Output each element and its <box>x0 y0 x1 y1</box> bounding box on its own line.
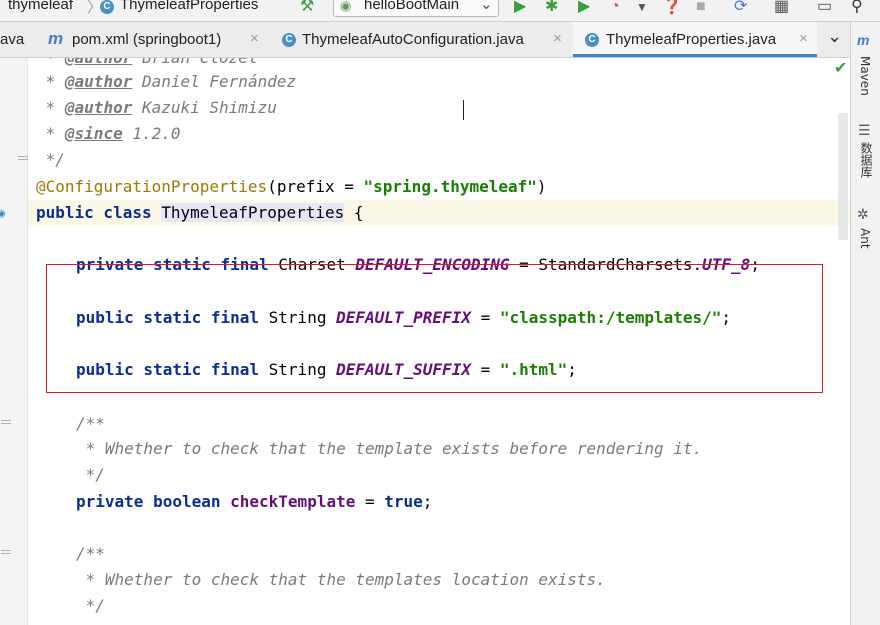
tab-overflow-chevron-icon[interactable]: ⌄ <box>827 26 842 47</box>
code-line: private boolean checkTemplate = true; <box>76 492 433 511</box>
highlight-box <box>46 264 823 393</box>
code-line: * Whether to check that the template exi… <box>76 439 703 458</box>
code-line: public class ThymeleafProperties { <box>36 203 364 222</box>
run-configuration-select[interactable]: ◉ helloBootMain ⌄ <box>333 0 499 17</box>
database-tool-button[interactable]: 数据库 <box>858 142 875 178</box>
run-config-icon: ◉ <box>340 0 352 13</box>
update-icon[interactable]: ⟳ <box>734 0 747 16</box>
code-line: */ <box>76 465 105 484</box>
class-icon: C <box>100 0 114 14</box>
bean-gutter-icon[interactable]: ◉ <box>0 206 5 220</box>
database-icon: ☰ <box>858 122 871 138</box>
close-icon[interactable]: × <box>250 30 259 47</box>
run-config-label: helloBootMain <box>364 0 460 13</box>
fold-marker-icon[interactable] <box>1 420 11 428</box>
breadcrumb-project[interactable]: thymeleaf <box>8 0 73 13</box>
build-hammer-icon[interactable]: ⚒ <box>300 0 314 16</box>
search-icon[interactable]: ⚲ <box>851 0 863 16</box>
project-structure-icon[interactable]: ▦ <box>774 0 789 16</box>
tab-label: ThymeleafProperties.java <box>606 31 777 48</box>
tab-java-partial[interactable]: ava <box>0 22 40 57</box>
right-tool-strip: m Maven ☰ 数据库 ✲ Ant <box>850 22 880 625</box>
editor-tab-bar: ava m pom.xml (springboot1) × C Thymelea… <box>0 22 850 58</box>
vertical-scrollbar-thumb[interactable] <box>838 113 848 240</box>
tab-label: ThymeleafAutoConfiguration.java <box>302 31 524 48</box>
debug-icon[interactable]: ✱ <box>545 0 558 16</box>
class-icon: C <box>585 33 599 47</box>
chevron-down-icon: ⌄ <box>480 0 493 13</box>
tab-thymeleaf-properties[interactable]: C ThymeleafProperties.java × <box>573 22 817 57</box>
tab-thymeleaf-auto-configuration[interactable]: C ThymeleafAutoConfiguration.java × <box>272 22 572 57</box>
code-editor[interactable]: * @author Brian Clozel * @author Daniel … <box>0 58 850 625</box>
breadcrumb-class[interactable]: ThymeleafProperties <box>120 0 258 13</box>
code-line: /** <box>76 414 105 433</box>
code-line: @ConfigurationProperties(prefix = "sprin… <box>36 177 547 196</box>
code-line: * @author Brian Clozel <box>36 58 258 70</box>
maven-file-icon: m <box>48 29 64 48</box>
coverage-icon[interactable]: ▶ <box>578 0 590 16</box>
profiler-dropdown-icon[interactable]: ▼ <box>636 0 648 16</box>
profiler-icon[interactable]: ◔ <box>610 0 620 16</box>
close-icon[interactable]: × <box>553 30 562 47</box>
fold-marker-icon[interactable] <box>18 156 28 164</box>
run-icon[interactable]: ▶ <box>514 0 526 16</box>
code-line: */ <box>76 596 105 615</box>
tab-label: pom.xml (springboot1) <box>72 31 222 48</box>
tab-pom-xml[interactable]: m pom.xml (springboot1) × <box>42 22 270 57</box>
ant-icon: ✲ <box>857 206 869 222</box>
code-line: * @author Kazuki Shimizu <box>36 98 277 117</box>
code-line: * Whether to check that the templates lo… <box>76 570 606 589</box>
close-icon[interactable]: × <box>799 30 808 47</box>
maven-tool-button[interactable]: Maven <box>858 56 872 96</box>
code-line: */ <box>36 150 65 169</box>
terminal-icon[interactable]: ▭ <box>817 0 832 16</box>
code-line: * @since 1.2.0 <box>36 124 181 143</box>
ant-tool-button[interactable]: Ant <box>858 228 872 249</box>
text-cursor-icon <box>463 100 465 120</box>
navigation-bar: thymeleaf 〉 C ThymeleafProperties ⚒ ◉ he… <box>0 0 880 22</box>
inspection-ok-check-icon[interactable]: ✔ <box>834 58 847 78</box>
help-icon[interactable]: ❓ <box>662 0 682 16</box>
code-line: * @author Daniel Fernández <box>36 72 297 91</box>
maven-icon: m <box>857 32 870 48</box>
fold-marker-icon[interactable] <box>1 550 11 558</box>
stop-icon[interactable]: ■ <box>696 0 706 16</box>
code-line: /** <box>76 544 105 563</box>
class-icon: C <box>282 33 296 47</box>
